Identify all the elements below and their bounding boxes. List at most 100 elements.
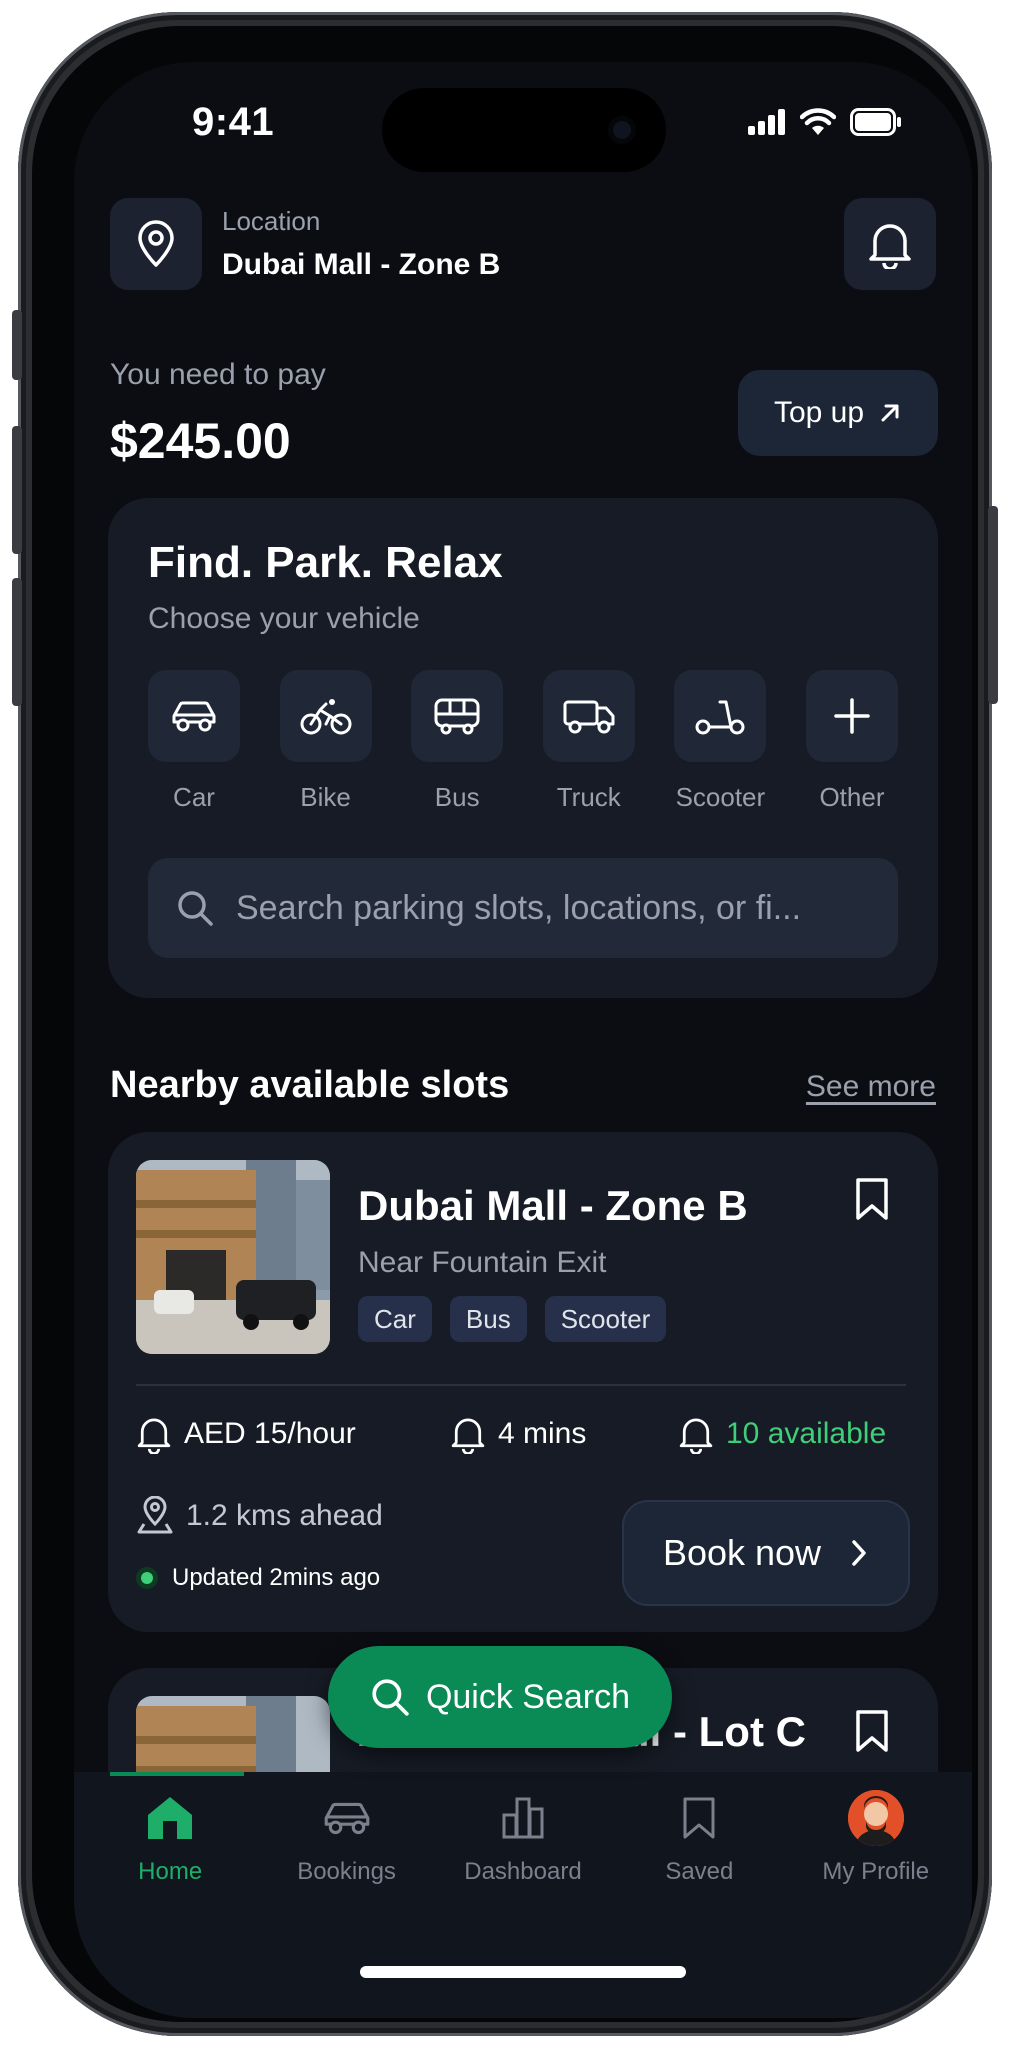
vehicle-option-truck[interactable]: Truck: [542, 670, 635, 813]
vehicle-tile[interactable]: [279, 670, 372, 762]
location-button[interactable]: [110, 198, 202, 290]
bookmark-icon: [683, 1797, 715, 1839]
nav-dashboard[interactable]: Dashboard: [438, 1790, 608, 1886]
find-card-subtitle: Choose your vehicle: [148, 602, 420, 635]
volume-down-button: [12, 578, 22, 706]
live-status-icon: [136, 1567, 158, 1589]
updated-text: Updated 2mins ago: [172, 1564, 381, 1591]
slot-rate: AED 15/hour: [136, 1414, 356, 1454]
search-icon: [178, 891, 213, 926]
tag: Scooter: [544, 1296, 667, 1342]
arrow-up-right-icon: [881, 404, 899, 422]
location-distance-icon: [137, 1496, 173, 1534]
quick-search-button[interactable]: Quick Search: [328, 1646, 672, 1748]
nearby-section-title: Nearby available slots: [110, 1064, 510, 1106]
top-up-button[interactable]: Top up: [738, 370, 938, 456]
vehicle-tile[interactable]: [411, 670, 504, 762]
vehicle-tile[interactable]: [805, 670, 898, 762]
vehicle-label: Bus: [434, 782, 480, 812]
wifi-icon: [800, 108, 836, 135]
dynamic-island: [382, 88, 666, 172]
find-card-title: Find. Park. Relax: [148, 538, 503, 587]
vehicle-option-bike[interactable]: Bike: [279, 670, 372, 813]
parking-slot-card[interactable]: Dubai Mall - Zone B Near Fountain Exit C…: [108, 1132, 938, 1632]
vehicle-label: Bike: [300, 782, 351, 812]
slot-updated: Updated 2mins ago: [136, 1564, 380, 1592]
bookmark-icon: [856, 1710, 888, 1752]
divider: [136, 1384, 906, 1386]
tag: Car: [358, 1296, 432, 1342]
bell-icon: [451, 1418, 485, 1454]
slot-distance: 1.2 kms ahead: [136, 1496, 383, 1536]
silent-switch: [12, 310, 22, 380]
chevron-right-icon: [852, 1540, 866, 1566]
tag: Bus: [449, 1296, 527, 1342]
slot-photo: [136, 1160, 330, 1354]
distance-text: 1.2 kms ahead: [186, 1499, 383, 1532]
scooter-icon: [695, 700, 745, 735]
notifications-button[interactable]: [844, 198, 936, 290]
nav-label: My Profile: [822, 1858, 930, 1885]
home-indicator[interactable]: [360, 1966, 686, 1978]
home-icon: [148, 1797, 193, 1839]
search-icon: [372, 1679, 409, 1716]
bus-icon: [434, 698, 480, 735]
nav-label: Home: [138, 1858, 203, 1885]
signal-icon: [748, 109, 785, 135]
payment-label: You need to pay: [110, 358, 326, 391]
bell-icon: [679, 1418, 713, 1454]
quick-search-label: Quick Search: [425, 1677, 631, 1716]
location-label: Location: [222, 206, 321, 236]
bell-icon: [869, 224, 911, 269]
truck-icon: [563, 700, 615, 734]
see-more-link[interactable]: See more: [806, 1070, 936, 1104]
phone-frame: 9:41 Location Dubai Mall - Zone B You ne…: [12, 12, 998, 2036]
car-icon: [172, 701, 216, 732]
vehicle-option-car[interactable]: Car: [148, 670, 240, 813]
power-button: [988, 506, 998, 704]
nav-home[interactable]: Home: [85, 1790, 255, 1886]
active-tab-indicator: [110, 1772, 244, 1776]
status-icons: [748, 108, 902, 136]
payment-amount: $245.00: [110, 413, 291, 469]
nav-saved[interactable]: Saved: [614, 1790, 784, 1886]
nav-label: Saved: [665, 1858, 734, 1885]
vehicle-tile[interactable]: [674, 670, 767, 762]
location-value[interactable]: Dubai Mall - Zone B: [222, 248, 500, 282]
nav-label: Bookings: [297, 1858, 396, 1885]
bar-chart-icon: [502, 1797, 544, 1839]
bookmark-button[interactable]: [854, 1708, 890, 1759]
nav-bookings[interactable]: Bookings: [262, 1790, 432, 1886]
time-text: 4 mins: [498, 1417, 587, 1450]
vehicle-option-bus[interactable]: Bus: [411, 670, 504, 813]
nav-label: Dashboard: [464, 1858, 582, 1885]
vehicle-label: Other: [819, 782, 885, 812]
find-park-card: Find. Park. Relax Choose your vehicle Ca…: [108, 498, 938, 998]
bookmark-button[interactable]: [854, 1176, 890, 1227]
map-pin-icon: [138, 220, 174, 267]
camera-icon: [608, 116, 636, 144]
book-now-button[interactable]: Book now: [622, 1500, 910, 1606]
slot-time: 4 mins: [450, 1414, 586, 1454]
vehicle-tile[interactable]: [542, 670, 635, 762]
vehicle-option-other[interactable]: Other: [805, 670, 898, 813]
car-icon: [324, 1802, 369, 1835]
volume-up-button: [12, 426, 22, 554]
vehicle-selector: Car Bike Bus Truck Scooter Other: [148, 670, 898, 813]
status-time: 9:41: [192, 100, 275, 144]
slot-availability: 10 available: [678, 1414, 886, 1454]
vehicle-tile[interactable]: [148, 670, 240, 762]
availability-text: 10 available: [726, 1417, 887, 1450]
plus-icon: [834, 698, 870, 734]
vehicle-option-scooter[interactable]: Scooter: [674, 670, 767, 813]
vehicle-label: Truck: [556, 782, 621, 812]
app-screen: 9:41 Location Dubai Mall - Zone B You ne…: [74, 62, 972, 2018]
vehicle-tags: Car Bus Scooter: [358, 1296, 667, 1342]
rate-text: AED 15/hour: [184, 1417, 356, 1450]
search-input[interactable]: Search parking slots, locations, or fi..…: [148, 858, 898, 958]
top-up-label: Top up: [773, 396, 865, 429]
nav-profile[interactable]: My Profile: [791, 1790, 961, 1886]
battery-icon: [850, 108, 901, 136]
vehicle-label: Scooter: [675, 782, 766, 812]
vehicle-label: Car: [173, 782, 215, 812]
